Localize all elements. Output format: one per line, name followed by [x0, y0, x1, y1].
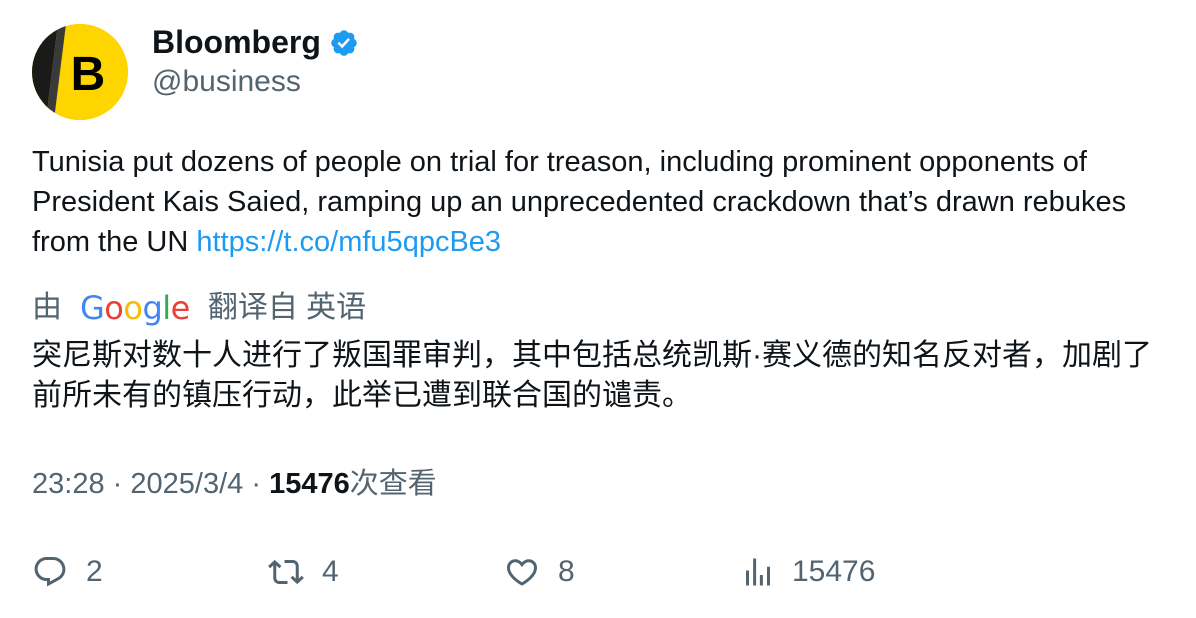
author-name[interactable]: Bloomberg — [152, 24, 321, 60]
like-button[interactable]: 8 — [504, 552, 575, 592]
views-button[interactable]: 15476 — [740, 552, 875, 592]
tweet-time[interactable]: 23:28 — [32, 468, 105, 500]
tweet-meta: 23:28 · 2025/3/4 · 15476次查看 — [32, 464, 437, 504]
views-action-count: 15476 — [792, 555, 876, 588]
meta-separator: · — [251, 468, 261, 500]
tweet-text: Tunisia put dozens of people on trial fo… — [32, 142, 1172, 262]
reply-icon — [34, 557, 66, 587]
tweet-link[interactable]: https://t.co/mfu5qpcBe3 — [196, 226, 501, 258]
retweet-count: 4 — [322, 555, 339, 588]
avatar[interactable]: B — [32, 24, 128, 120]
analytics-icon — [746, 558, 770, 586]
retweet-button[interactable]: 4 — [268, 552, 339, 592]
meta-separator: · — [112, 468, 123, 500]
reply-count: 2 — [86, 555, 103, 588]
svg-text:B: B — [71, 48, 106, 101]
author-handle[interactable]: @business — [152, 64, 301, 100]
retweet-icon — [268, 559, 304, 585]
views-count: 15476 — [269, 468, 350, 500]
views-label: 次查看 — [349, 468, 437, 500]
heart-icon — [506, 559, 538, 586]
verified-badge-icon — [331, 30, 357, 56]
bloomberg-logo-icon: B — [32, 24, 128, 120]
tweet-date[interactable]: 2025/3/4 — [130, 468, 243, 500]
translated-text: 突尼斯对数十人进行了叛国罪审判，其中包括总统凯斯·赛义德的知名反对者，加剧了前所… — [32, 339, 1152, 412]
like-count: 8 — [558, 555, 575, 588]
translation-attribution[interactable]: 由 Google 翻译自 英语 — [32, 288, 366, 328]
translation-prefix: 由 — [32, 291, 62, 324]
action-bar: 2 4 8 15476 — [32, 552, 1172, 592]
reply-button[interactable]: 2 — [32, 552, 103, 592]
google-logo-icon: Google — [80, 289, 190, 327]
translation-suffix: 翻译自 英语 — [207, 291, 367, 324]
